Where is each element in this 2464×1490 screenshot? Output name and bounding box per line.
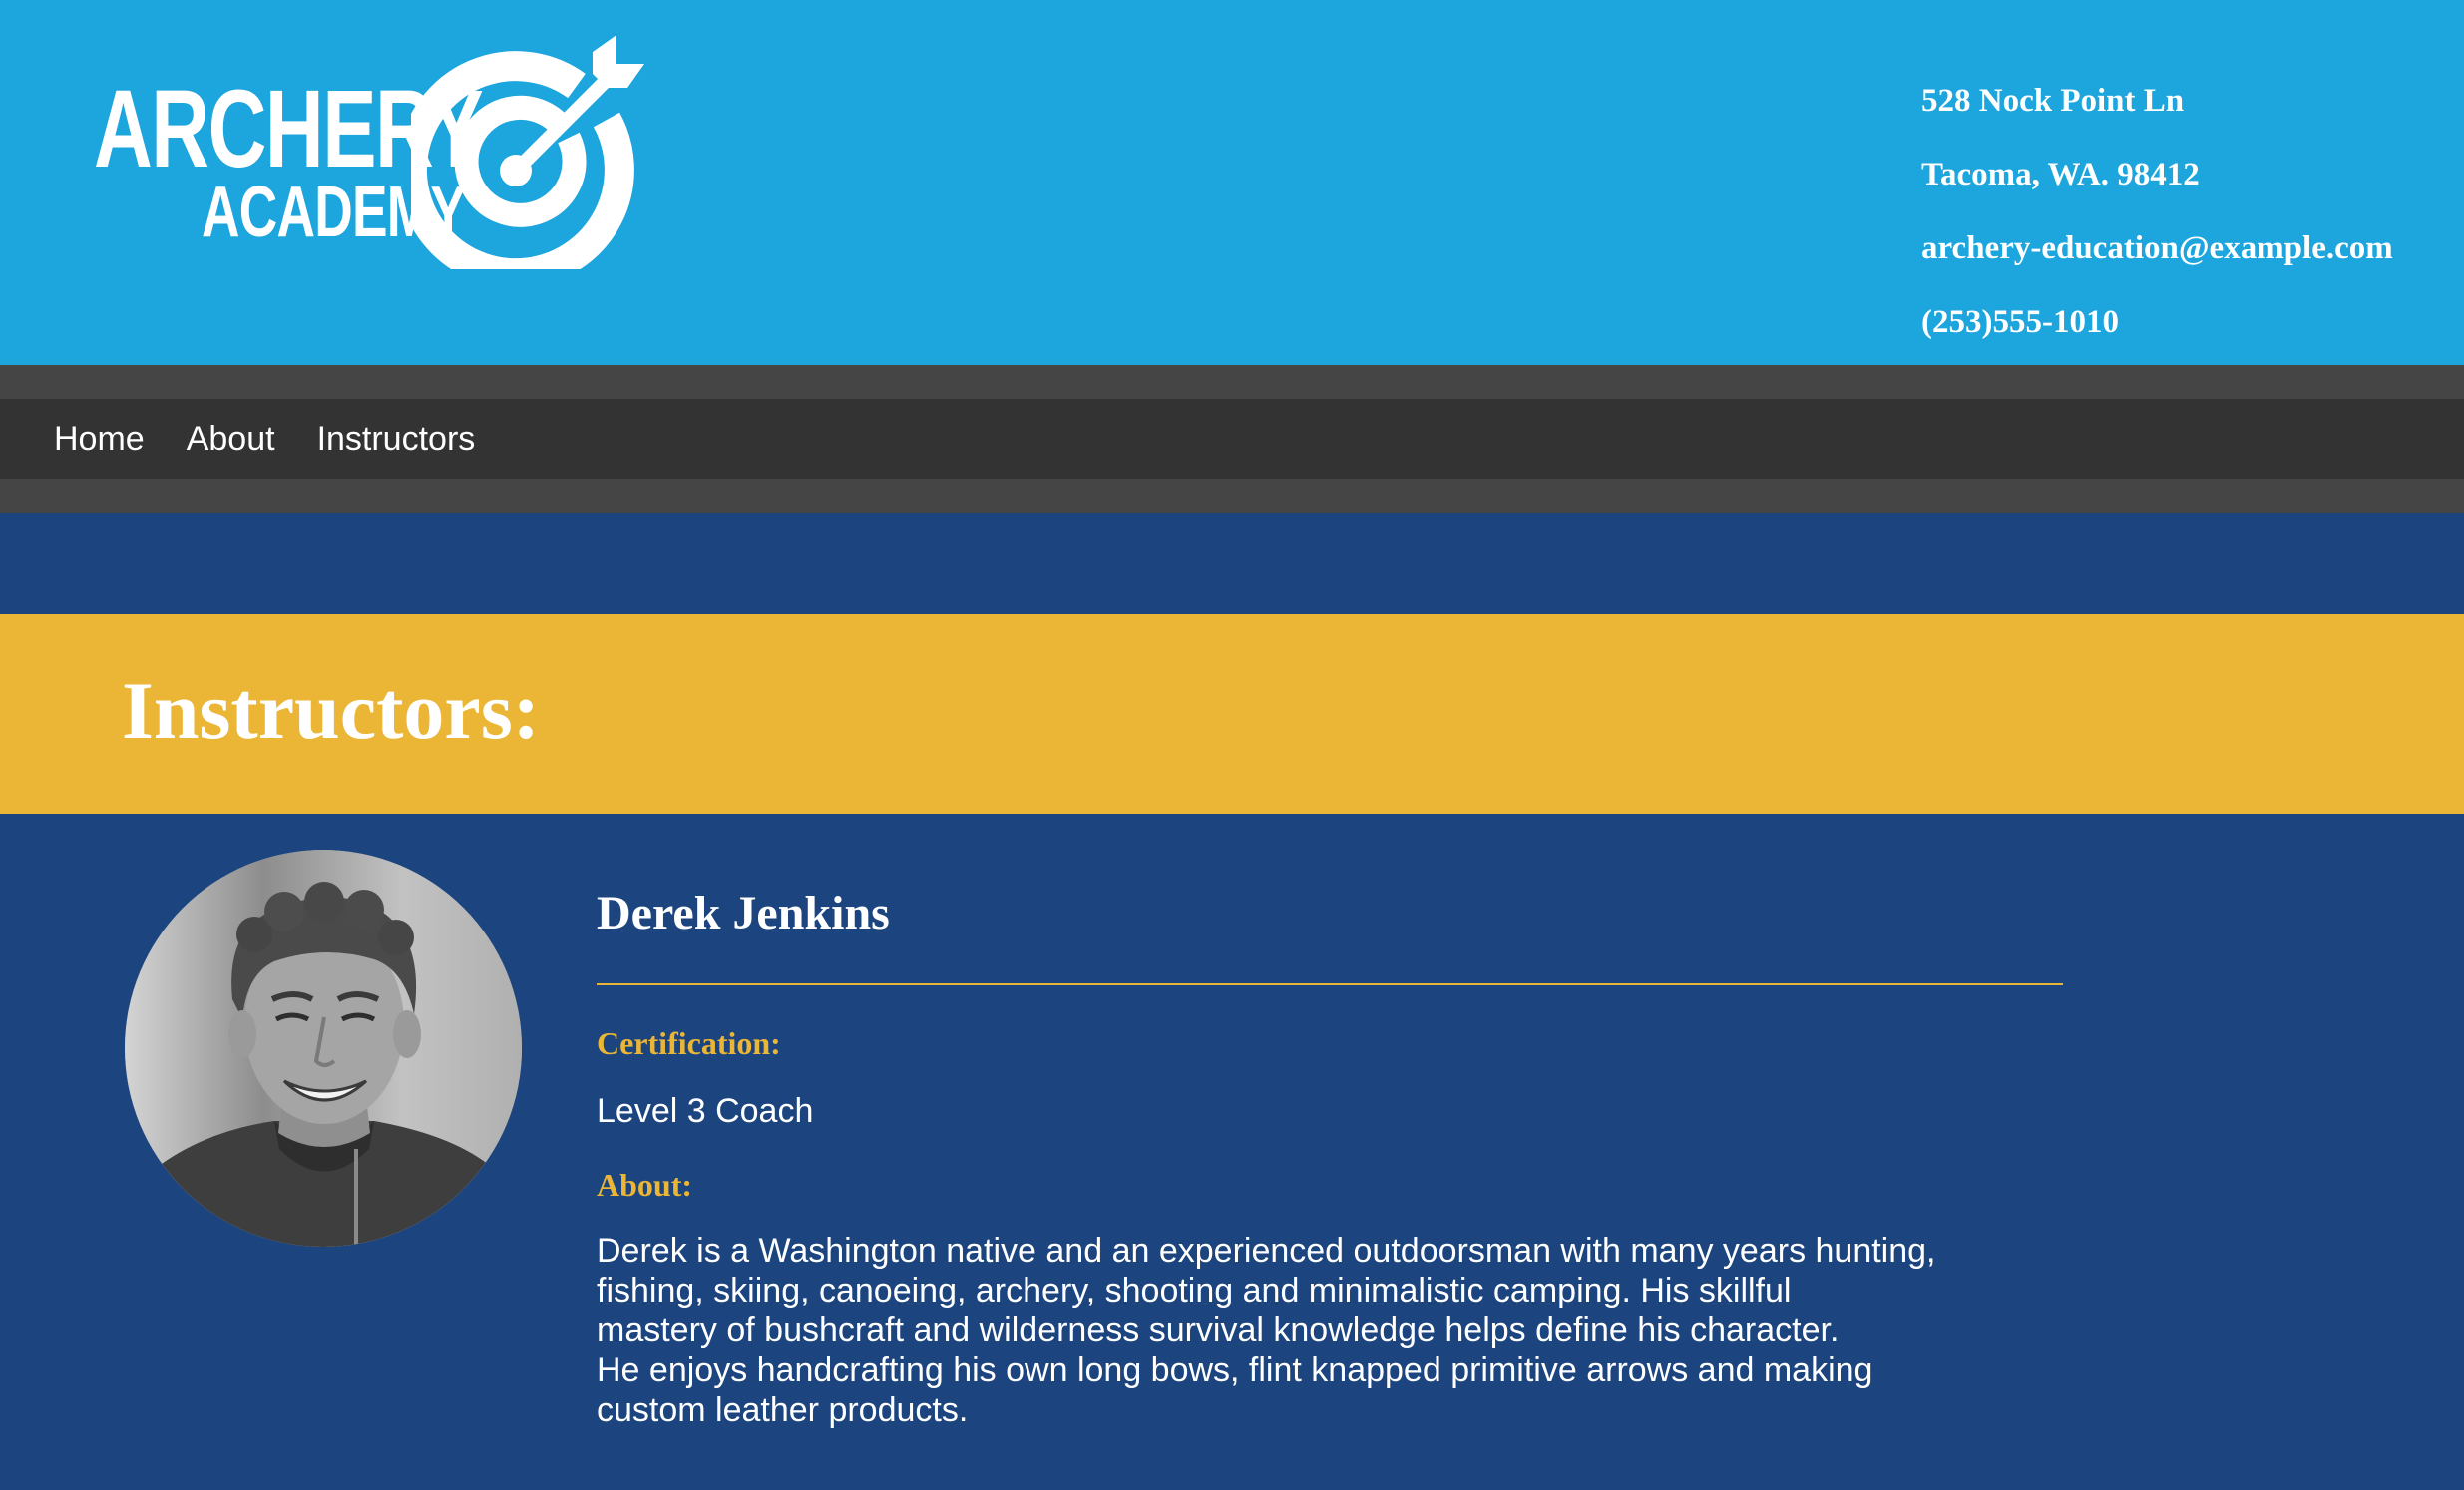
target-arrow-icon — [411, 35, 644, 269]
nav-link-instructors[interactable]: Instructors — [317, 420, 476, 459]
site-header: ARCHERY ACADEMY 528 Nock Point Ln Tacoma… — [0, 0, 2464, 365]
contact-city: Tacoma, WA. 98412 — [1921, 157, 2200, 192]
certification-label: Certification: — [597, 1025, 781, 1061]
archery-academy-logo[interactable]: ARCHERY ACADEMY — [90, 30, 648, 269]
about-line: mastery of bushcraft and wilderness surv… — [597, 1311, 1840, 1349]
page-title: Instructors: — [122, 665, 541, 756]
nav-bar: Home About Instructors — [0, 399, 2464, 479]
contact-email[interactable]: archery-education@example.com — [1921, 211, 2393, 285]
about-text: Derek is a Washington native and an expe… — [597, 1231, 1973, 1430]
nav-link-about[interactable]: About — [187, 420, 275, 459]
instructor-photo-image — [125, 850, 522, 1247]
about-line: He enjoys handcrafting his own long bows… — [597, 1351, 1873, 1389]
contact-phone[interactable]: (253)555-1010 — [1921, 285, 2393, 359]
instructor-avatar — [125, 850, 522, 1247]
name-divider — [597, 983, 2063, 985]
about-line: fishing, skiing, canoeing, archery, shoo… — [597, 1272, 1792, 1309]
instructor-card: Derek Jenkins Certification: Level 3 Coa… — [597, 878, 2063, 1430]
main-navigation: Home About Instructors — [0, 365, 2464, 513]
contact-info: 528 Nock Point Ln Tacoma, WA. 98412 arch… — [1921, 64, 2393, 359]
instructors-banner: Instructors: — [0, 614, 2464, 814]
about-line: Derek is a Washington native and an expe… — [597, 1232, 1936, 1270]
certification-value: Level 3 Coach — [597, 1092, 814, 1130]
about-line: custom leather products. — [597, 1391, 969, 1429]
nav-link-home[interactable]: Home — [54, 420, 145, 459]
instructor-name: Derek Jenkins — [597, 887, 890, 939]
contact-street: 528 Nock Point Ln — [1921, 83, 2185, 119]
about-label: About: — [597, 1167, 693, 1203]
